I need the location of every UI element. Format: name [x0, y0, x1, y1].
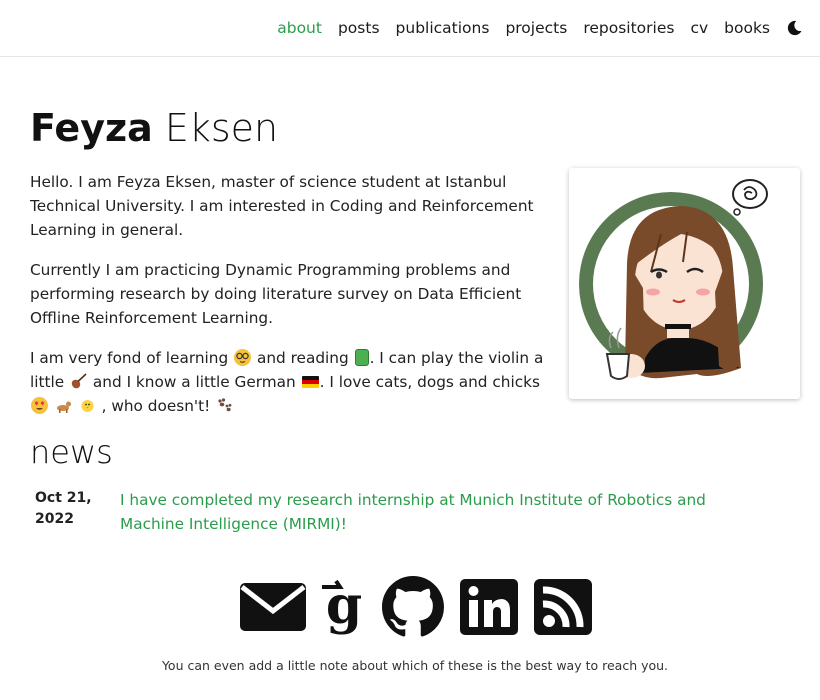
profile-picture	[569, 168, 800, 399]
nav-about[interactable]: about	[277, 17, 322, 39]
green-book-icon	[354, 349, 369, 366]
google-scholar-icon[interactable]: g	[322, 575, 366, 639]
linkedin-icon[interactable]	[460, 579, 518, 639]
dog-icon	[55, 397, 72, 414]
contact-note: You can even add a little note about whi…	[161, 658, 669, 673]
bio-text: and I know a little German	[92, 373, 296, 391]
github-icon[interactable]	[382, 576, 444, 642]
last-name: Eksen	[164, 106, 279, 150]
news-heading: news	[30, 433, 113, 471]
bio-paragraph-1: Hello. I am Feyza Eksen, master of scien…	[30, 173, 534, 239]
nav-cv[interactable]: cv	[690, 17, 708, 39]
bio-paragraph-3: I am very fond of learning and reading .…	[30, 346, 560, 418]
rss-icon[interactable]	[534, 579, 592, 639]
bio-text: I am very fond of learning	[30, 349, 229, 367]
navbar: about posts publications projects reposi…	[0, 0, 820, 57]
moon-icon[interactable]	[786, 18, 804, 38]
nav-repositories[interactable]: repositories	[583, 17, 674, 39]
envelope-icon[interactable]	[240, 581, 306, 637]
news-item: Oct 21, 2022 I have completed my researc…	[30, 488, 790, 536]
nav-links: about posts publications projects reposi…	[261, 17, 804, 39]
avatar	[579, 179, 768, 380]
nerd-face-icon	[234, 349, 252, 366]
nav-projects[interactable]: projects	[505, 17, 567, 39]
nav-publications[interactable]: publications	[396, 17, 490, 39]
bio-text: . I love cats, dogs and chicks	[319, 373, 540, 391]
violin-icon	[70, 373, 87, 390]
first-name: Feyza	[30, 106, 153, 150]
bio-paragraph-2: Currently I am practicing Dynamic Progra…	[30, 261, 522, 327]
bio-text: , who doesn't!	[101, 397, 211, 415]
bio-text: and reading	[256, 349, 349, 367]
bio: Hello. I am Feyza Eksen, master of scien…	[30, 170, 560, 434]
paw-prints-icon	[216, 397, 233, 414]
german-flag-icon	[301, 376, 319, 388]
social-links: g	[240, 575, 592, 642]
chick-icon	[79, 397, 96, 414]
page-title: Feyza Eksen	[30, 104, 278, 152]
nav-posts[interactable]: posts	[338, 17, 380, 39]
news-link[interactable]: I have completed my research internship …	[120, 488, 760, 536]
news-date: Oct 21, 2022	[35, 490, 92, 527]
nav-books[interactable]: books	[724, 17, 770, 39]
heart-eyes-icon	[31, 397, 48, 414]
